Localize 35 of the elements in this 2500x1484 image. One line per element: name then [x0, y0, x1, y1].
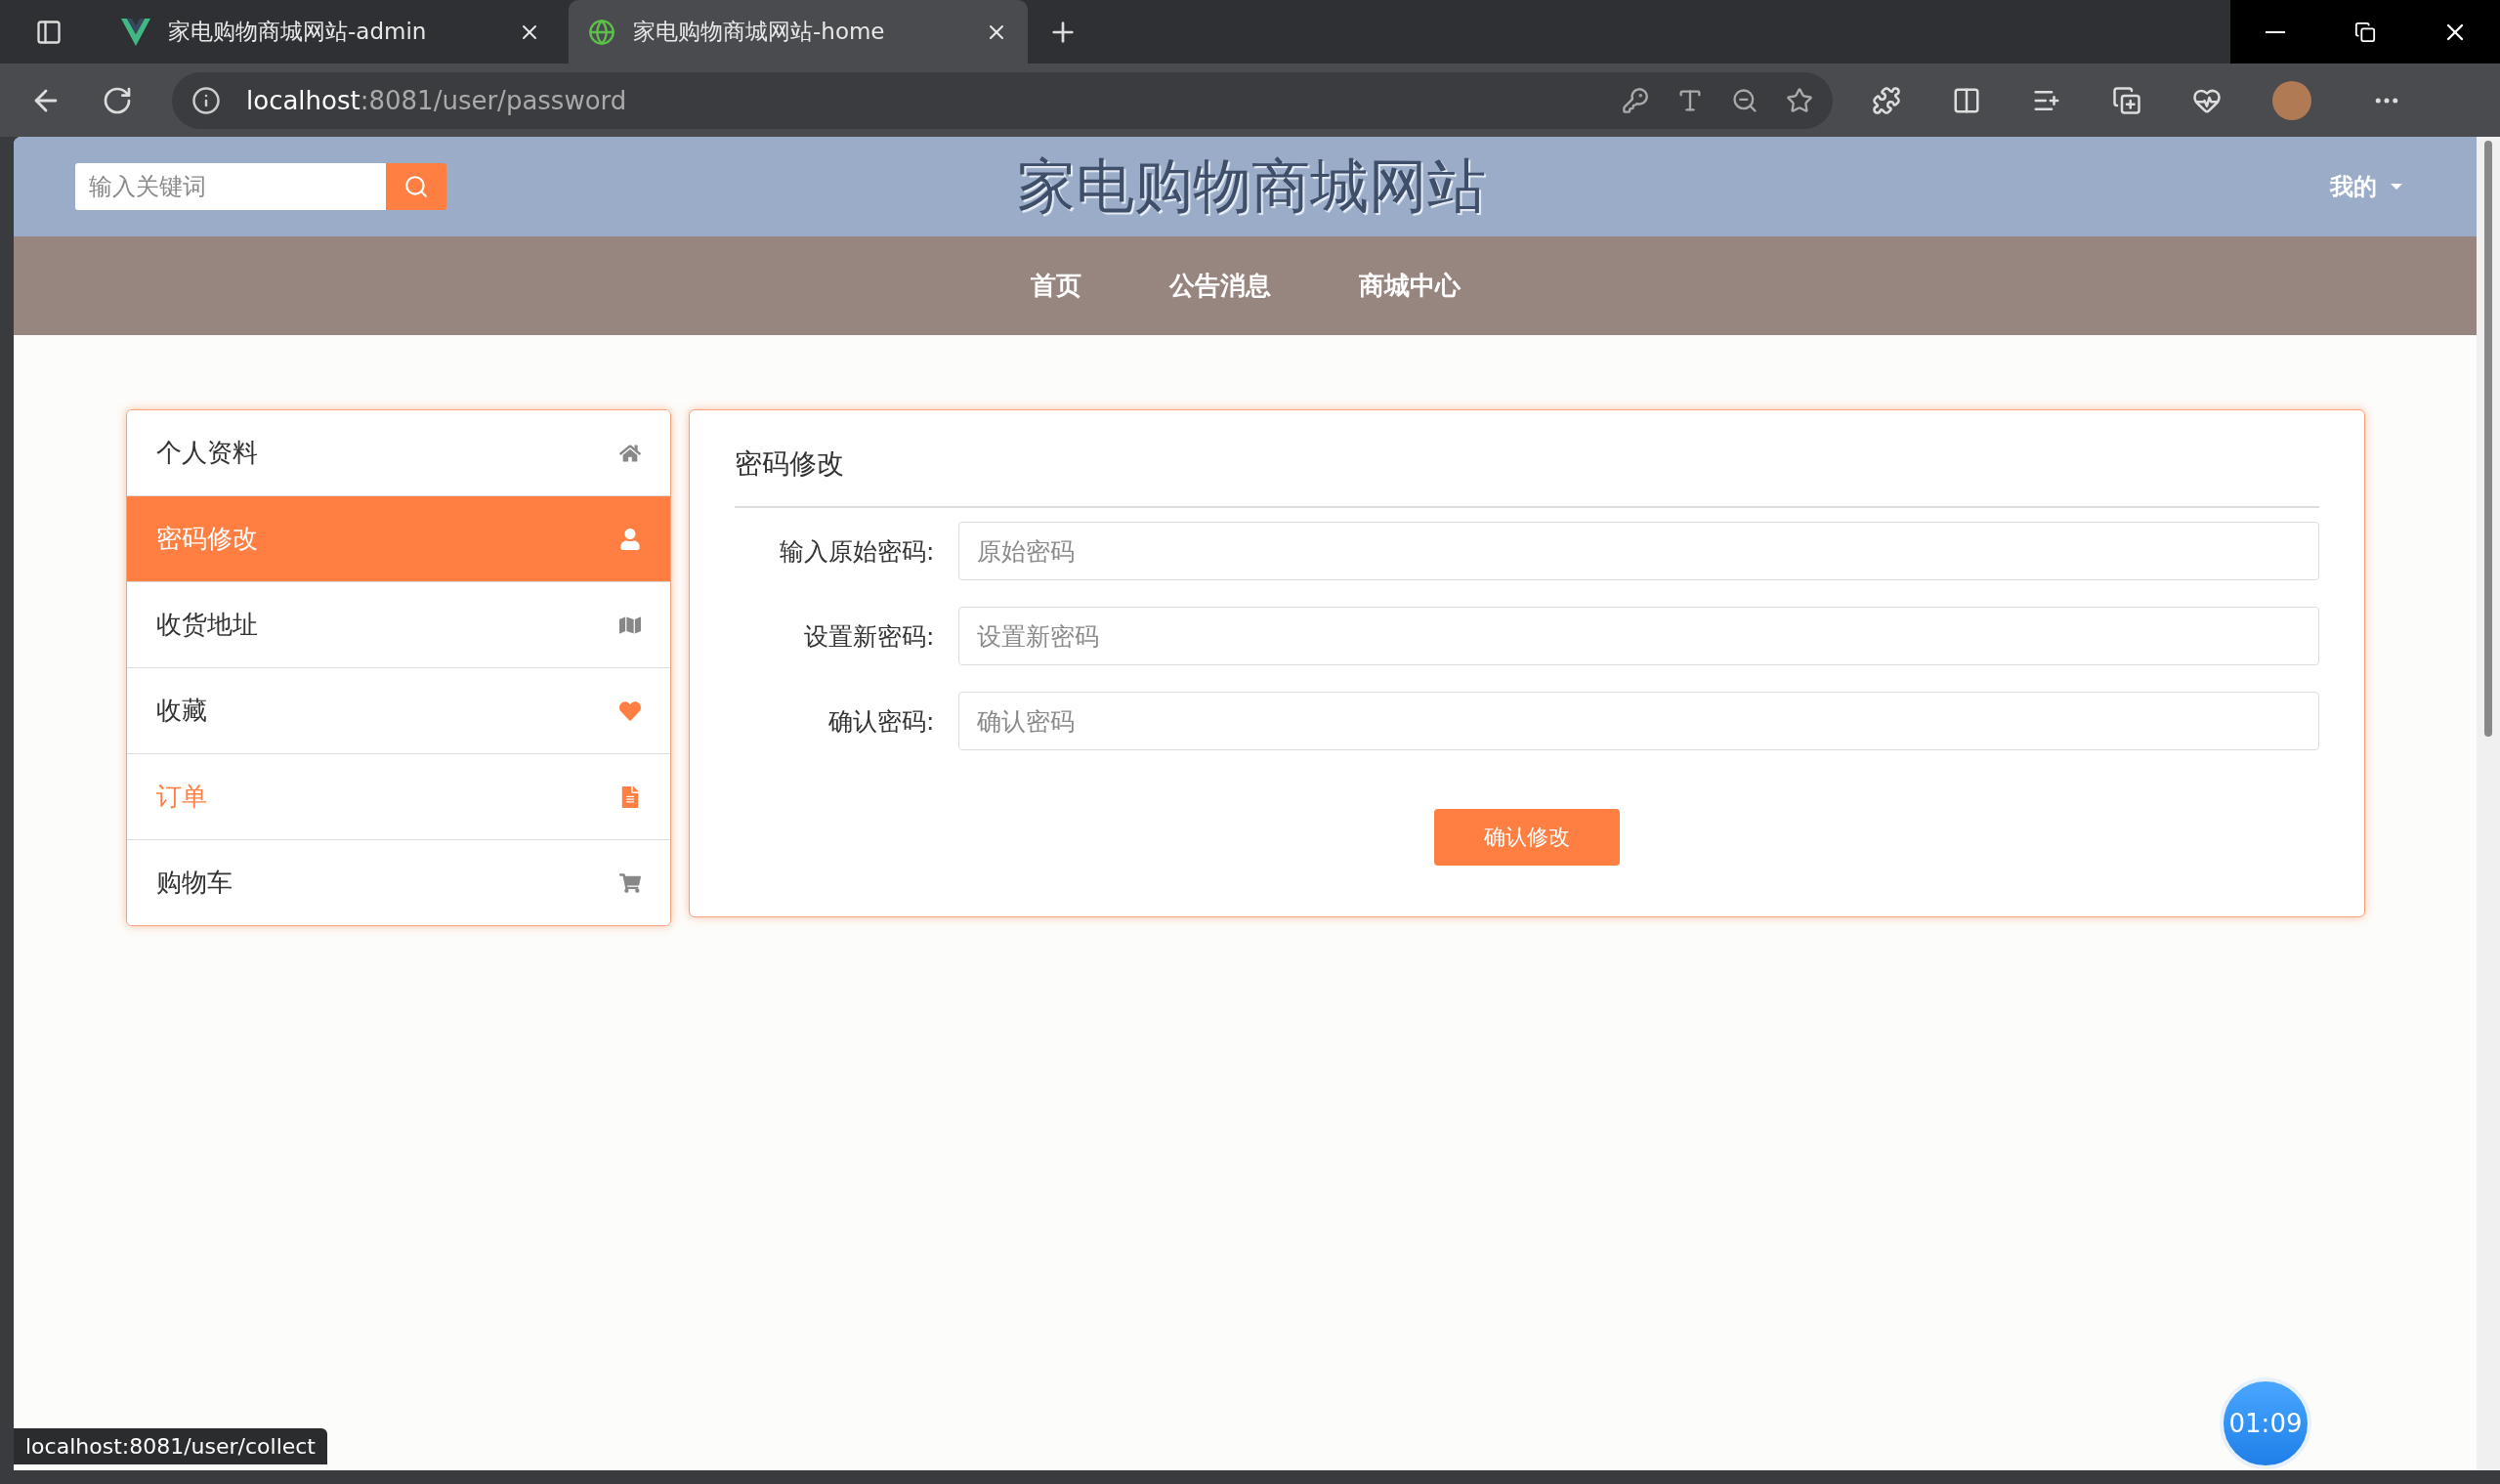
puzzle-icon[interactable]	[1872, 85, 1901, 115]
status-url: localhost:8081/user/collect	[14, 1428, 327, 1464]
collections-icon[interactable]	[2112, 85, 2141, 115]
field-label: 确认密码:	[827, 705, 935, 738]
search-field[interactable]: 输入关键词	[75, 163, 386, 210]
site-title: 家电购物商城网站	[1017, 149, 1486, 222]
browser-tab[interactable]: 家电购物商城网站-admin	[102, 0, 561, 64]
key-icon[interactable]	[1622, 86, 1649, 114]
scrollbar-thumb[interactable]	[2484, 141, 2492, 737]
nav-link[interactable]: 公告消息	[1168, 269, 1271, 303]
password-field[interactable]: 确认密码	[957, 692, 2319, 750]
address-bar[interactable]: localhost:8081/user/password	[172, 71, 1833, 129]
minimize-icon	[2266, 30, 2285, 33]
sidebar-item[interactable]: 个人资料	[126, 410, 670, 495]
sidebar-item[interactable]: 购物车	[126, 839, 670, 925]
nav-link[interactable]: 首页	[1030, 269, 1081, 303]
tab-title: 家电购物商城网站-home	[633, 18, 886, 46]
restore-icon	[2354, 21, 2376, 43]
search-icon	[403, 174, 429, 199]
browser-tab[interactable]: 家电购物商城网站-home	[569, 0, 1028, 64]
field-label: 设置新密码:	[803, 620, 935, 653]
sidebar-item[interactable]: 收藏	[126, 667, 670, 753]
panel-title: 密码修改	[734, 438, 2319, 508]
globe-icon	[588, 18, 615, 46]
info-icon[interactable]	[191, 85, 221, 115]
sidebar-item[interactable]: 收货地址	[126, 581, 670, 667]
v-logo-icon	[121, 18, 150, 46]
password-field[interactable]: 设置新密码	[957, 607, 2319, 665]
field-label: 输入原始密码:	[779, 535, 935, 568]
nav-link[interactable]: 商城中心	[1358, 269, 1461, 303]
zoom-out-icon[interactable]	[1731, 86, 1758, 114]
star-icon[interactable]	[1786, 86, 1813, 114]
sidebar-icon[interactable]	[35, 18, 63, 46]
tab-title: 家电购物商城网站-admin	[168, 18, 428, 46]
password-field[interactable]: 原始密码	[957, 522, 2319, 580]
